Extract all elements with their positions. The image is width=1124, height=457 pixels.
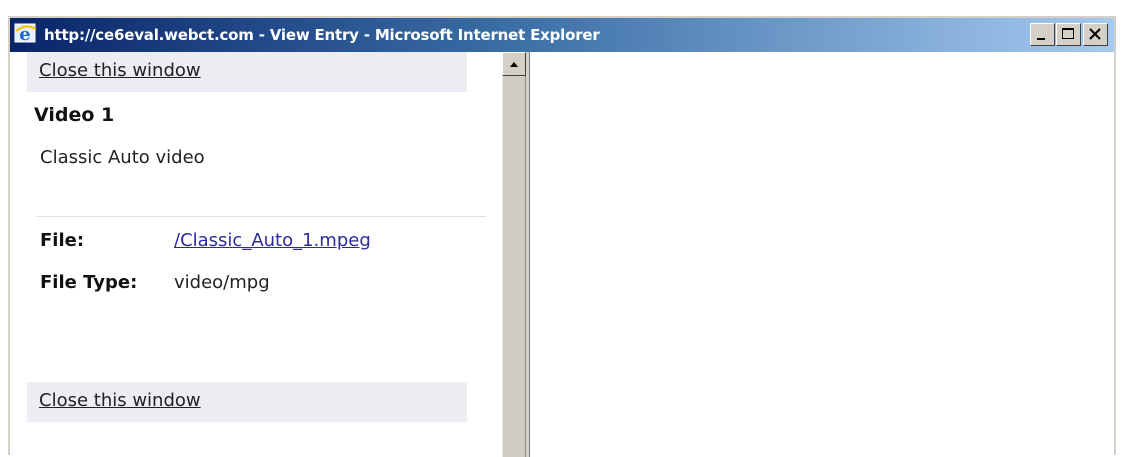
close-bar-bottom: Close this window xyxy=(27,382,467,422)
close-window-link-top[interactable]: Close this window xyxy=(39,60,201,81)
file-link[interactable]: /Classic_Auto_1.mpeg xyxy=(174,230,371,251)
file-type-value: video/mpg xyxy=(174,272,270,293)
file-type-label: File Type: xyxy=(40,272,138,293)
browser-window: e http://ce6eval.webct.com - View Entry … xyxy=(8,16,1116,457)
maximize-button[interactable] xyxy=(1056,23,1081,46)
browser-content: Close this window Video 1 Classic Auto v… xyxy=(10,52,1114,457)
close-button[interactable] xyxy=(1083,23,1108,46)
close-window-link-bottom[interactable]: Close this window xyxy=(39,390,201,411)
title-bar: e http://ce6eval.webct.com - View Entry … xyxy=(10,18,1114,52)
scroll-up-button[interactable] xyxy=(502,52,526,76)
entry-description: Classic Auto video xyxy=(40,147,205,168)
minimize-button[interactable] xyxy=(1030,23,1055,46)
file-label: File: xyxy=(40,230,85,251)
divider xyxy=(36,216,486,217)
entry-frame: Close this window Video 1 Classic Auto v… xyxy=(10,52,502,457)
vertical-scrollbar[interactable] xyxy=(502,52,526,457)
internet-explorer-icon[interactable]: e xyxy=(14,22,38,46)
arrow-up-icon xyxy=(510,62,518,67)
content-pane xyxy=(530,52,1114,457)
scrollbar-thumb[interactable] xyxy=(502,76,526,457)
entry-title: Video 1 xyxy=(34,104,115,126)
window-title: http://ce6eval.webct.com - View Entry - … xyxy=(44,26,600,44)
close-bar-top: Close this window xyxy=(27,52,467,92)
